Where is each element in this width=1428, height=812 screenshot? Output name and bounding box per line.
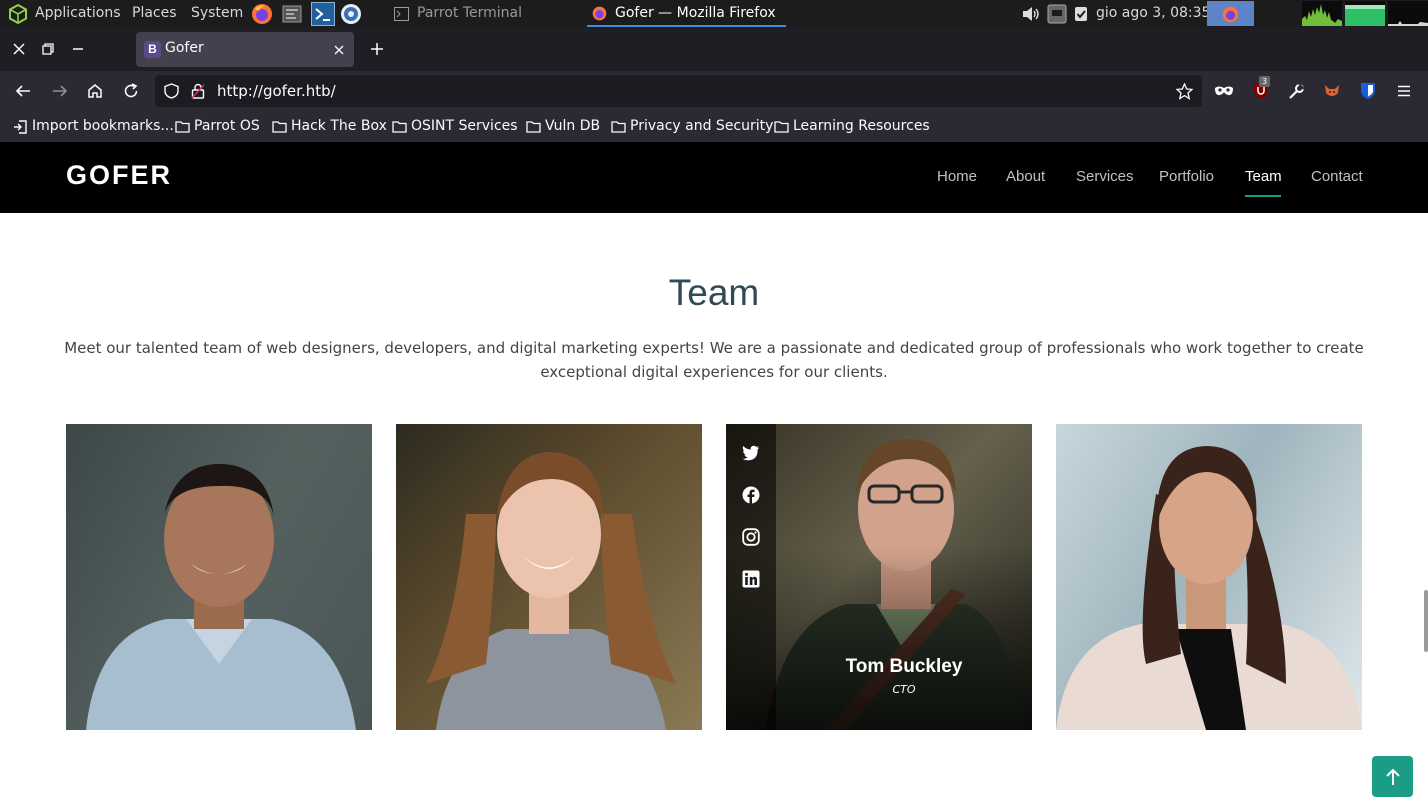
tab-gofer[interactable]: B Gofer: [136, 32, 354, 67]
folder-icon: [391, 119, 407, 134]
bookmark-label: Learning Resources: [793, 118, 930, 134]
bitwarden-extension-icon[interactable]: [1358, 81, 1378, 101]
bookmark-label: Vuln DB: [545, 118, 601, 134]
nav-about[interactable]: About: [1006, 168, 1045, 185]
team-member-card[interactable]: [1056, 424, 1362, 730]
team-member-card[interactable]: [66, 424, 372, 730]
reload-icon[interactable]: [121, 81, 141, 101]
hamburger-menu-icon[interactable]: [1394, 81, 1414, 101]
team-member-card-tom-buckley[interactable]: Tom Buckley CTO: [726, 424, 1032, 730]
window-restore-icon[interactable]: [39, 40, 57, 58]
network-launcher-icon[interactable]: [339, 2, 362, 25]
wrench-extension-icon[interactable]: [1286, 81, 1306, 101]
nav-contact[interactable]: Contact: [1311, 168, 1363, 185]
window-close-icon[interactable]: [10, 40, 28, 58]
window-minimize-icon[interactable]: [69, 40, 87, 58]
memory-graph: [1345, 1, 1385, 26]
taskbar-parrot-terminal[interactable]: Parrot Terminal: [417, 0, 522, 27]
bookmark-star-icon[interactable]: [1175, 82, 1193, 100]
firefox-task-icon: [591, 5, 607, 21]
folder-icon: [525, 119, 541, 134]
nav-services[interactable]: Services: [1076, 168, 1134, 185]
terminal-task-icon: [393, 6, 409, 21]
firefox-launcher-icon[interactable]: [250, 2, 273, 25]
bookmarks-toolbar: Import bookmarks... Parrot OS Hack The B…: [0, 111, 1428, 143]
arrow-up-icon: [1383, 767, 1402, 786]
facebook-icon[interactable]: [741, 485, 761, 505]
site-logo[interactable]: GOFER: [66, 160, 172, 191]
nav-home[interactable]: Home: [937, 168, 977, 185]
scroll-to-top-button[interactable]: [1372, 756, 1413, 797]
bookmark-label: Hack The Box: [291, 118, 387, 134]
browser-tab-strip: B Gofer: [0, 27, 1428, 71]
taskbar-firefox-label: Gofer — Mozilla Firefox: [615, 5, 776, 21]
ublock-badge: 3: [1259, 76, 1270, 87]
clock[interactable]: gio ago 3, 08:35: [1096, 0, 1210, 27]
folder-icon: [773, 119, 789, 134]
team-member-photo: [86, 464, 356, 730]
page-scrollbar[interactable]: [1424, 590, 1428, 652]
network-status-icon[interactable]: [1046, 3, 1067, 24]
applications-menu[interactable]: Applications: [35, 0, 121, 27]
insecure-lock-icon[interactable]: [189, 82, 207, 100]
taskbar-firefox-active[interactable]: Gofer — Mozilla Firefox: [587, 0, 786, 27]
team-member-photo: [426, 452, 676, 730]
tab-close-icon[interactable]: [332, 43, 346, 57]
instagram-icon[interactable]: [741, 527, 761, 547]
bookmark-label: Import bookmarks...: [32, 118, 174, 134]
team-member-name: Tom Buckley: [845, 656, 963, 677]
linkedin-icon[interactable]: [741, 569, 761, 589]
team-member-role: CTO: [892, 683, 916, 696]
new-tab-icon[interactable]: [367, 39, 387, 59]
tab-favicon: B: [144, 41, 161, 58]
twitter-icon[interactable]: [741, 443, 761, 463]
os-top-panel: Applications Places System Parrot Termin…: [0, 0, 1428, 27]
volume-icon[interactable]: [1021, 5, 1041, 22]
network-graph: [1388, 1, 1428, 26]
url-bar[interactable]: http://gofer.htb/: [155, 75, 1202, 107]
bookmark-label: OSINT Services: [411, 118, 518, 134]
tab-title: Gofer: [165, 40, 204, 56]
bookmark-label: Parrot OS: [194, 118, 260, 134]
nav-portfolio[interactable]: Portfolio: [1159, 168, 1214, 185]
parrot-menu-icon[interactable]: [6, 2, 30, 25]
home-icon[interactable]: [85, 81, 105, 101]
cpu-graph: [1302, 1, 1342, 26]
team-section-title: Team: [668, 272, 760, 313]
system-menu[interactable]: System: [191, 0, 243, 27]
nav-team[interactable]: Team: [1245, 168, 1282, 185]
workspace-switcher[interactable]: [1207, 1, 1254, 26]
team-member-card[interactable]: [396, 424, 702, 730]
nav-active-underline: [1245, 195, 1281, 197]
ublock-extension-button[interactable]: 3: [1250, 76, 1274, 103]
tracking-shield-icon[interactable]: [162, 82, 180, 100]
browser-navigation-bar: http://gofer.htb/ 3: [0, 71, 1428, 111]
import-icon: [12, 119, 27, 134]
bookmark-label: Privacy and Security: [630, 118, 774, 134]
team-member-photo: [1056, 446, 1362, 730]
folder-icon: [174, 119, 190, 134]
team-section-description: Meet our talented team of web designers,…: [64, 339, 1364, 381]
forward-icon[interactable]: [50, 81, 70, 101]
folder-icon: [271, 119, 287, 134]
task-check-icon[interactable]: [1073, 5, 1088, 22]
foxyproxy-extension-icon[interactable]: [1322, 81, 1342, 101]
terminal-launcher-icon[interactable]: [310, 1, 335, 26]
social-links: [726, 424, 776, 730]
firefox-workspace-icon: [1221, 5, 1239, 23]
folder-icon: [610, 119, 626, 134]
url-text: http://gofer.htb/: [217, 82, 336, 100]
text-editor-launcher-icon[interactable]: [281, 3, 302, 24]
places-menu[interactable]: Places: [132, 0, 177, 27]
private-mask-icon[interactable]: [1213, 81, 1234, 101]
back-icon[interactable]: [13, 81, 33, 101]
